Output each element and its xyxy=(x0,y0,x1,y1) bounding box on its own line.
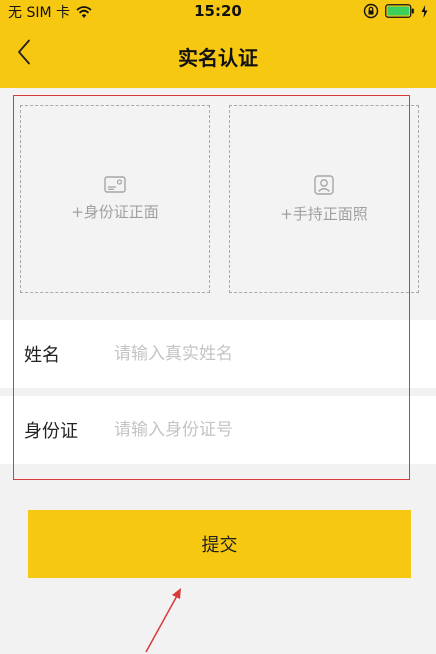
portrait-icon xyxy=(314,174,334,199)
page-title: 实名认证 xyxy=(178,46,258,70)
upload-id-front-button[interactable]: +身份证正面 xyxy=(20,105,210,293)
status-bar: 无 SIM 卡 15:20 xyxy=(0,0,436,22)
charging-icon xyxy=(421,4,428,22)
name-label: 姓名 xyxy=(24,345,60,366)
header: 无 SIM 卡 15:20 实名认证 xyxy=(0,0,436,88)
upload-id-front-label: +身份证正面 xyxy=(71,203,159,221)
id-number-input[interactable] xyxy=(114,420,404,440)
id-number-row: 身份证 xyxy=(0,396,436,464)
photo-upload-area: +身份证正面 +手持正面照 xyxy=(0,88,436,320)
upload-hold-photo-button[interactable]: +手持正面照 xyxy=(229,105,419,293)
name-row: 姓名 xyxy=(0,320,436,388)
id-number-label: 身份证 xyxy=(24,421,78,442)
submit-button[interactable]: 提交 xyxy=(28,510,411,578)
nav-bar: 实名认证 xyxy=(0,20,436,88)
name-input[interactable] xyxy=(114,344,404,364)
id-card-icon xyxy=(104,176,126,197)
upload-hold-photo-label: +手持正面照 xyxy=(280,204,368,223)
